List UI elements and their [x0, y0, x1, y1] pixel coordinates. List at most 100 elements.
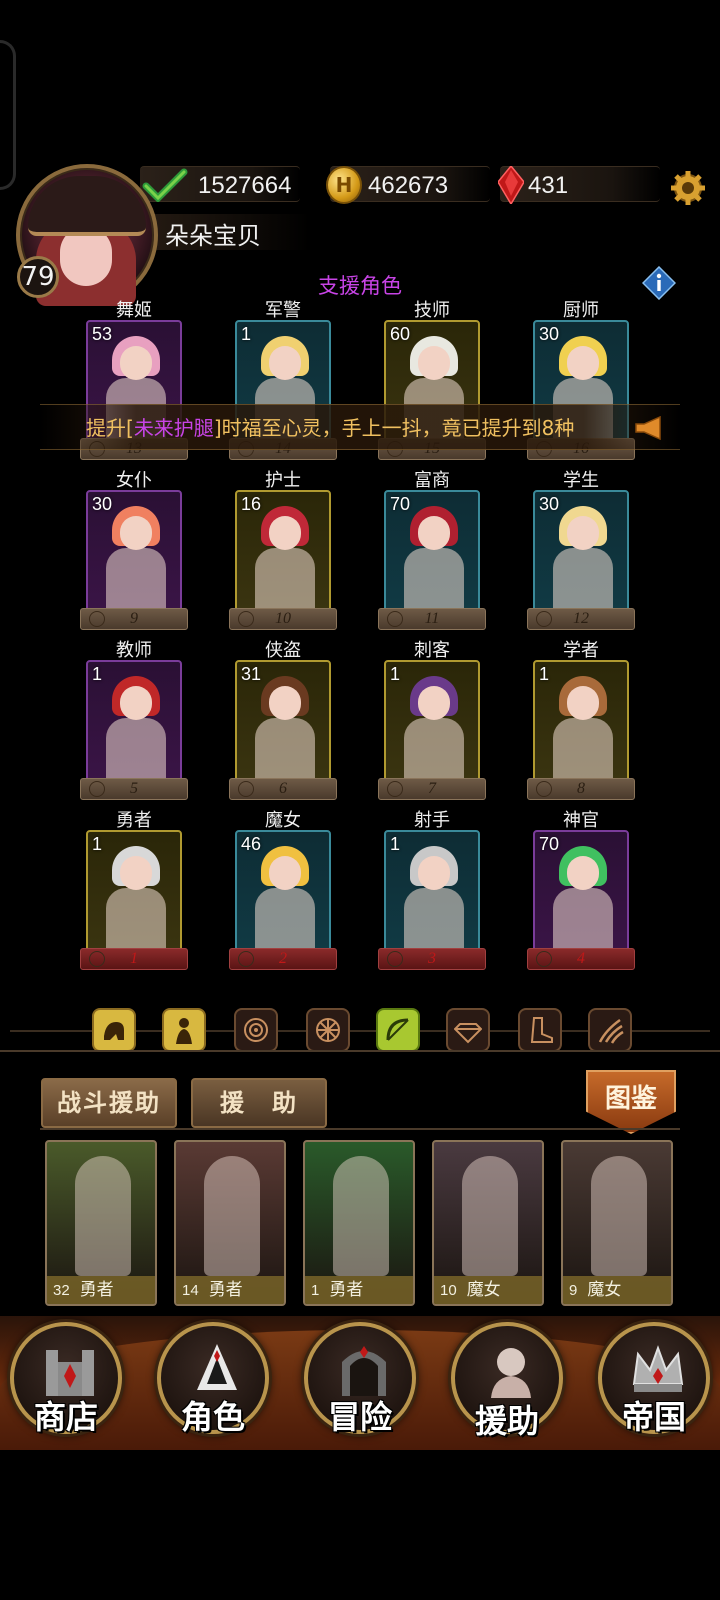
- character-rank: 3: [428, 950, 436, 967]
- check-icon: [142, 168, 188, 202]
- tab-support[interactable]: 援 助: [191, 1078, 327, 1128]
- character-name: 勇者: [116, 810, 152, 831]
- class-emblem-icon: [238, 951, 254, 967]
- class-emblem-icon: [387, 611, 403, 627]
- character-card[interactable]: 31: [235, 660, 331, 782]
- support-card-info: 32 勇者: [47, 1276, 155, 1304]
- silhouette-icon[interactable]: [162, 1008, 206, 1052]
- character-face: [120, 516, 152, 550]
- support-card[interactable]: 9 魔女: [561, 1140, 673, 1306]
- character-card[interactable]: 1: [533, 660, 629, 782]
- horn-icon: [635, 416, 661, 440]
- target-icon[interactable]: [234, 1008, 278, 1052]
- character-card[interactable]: 30: [86, 490, 182, 612]
- character-name: 教师: [116, 640, 152, 661]
- character-rank: 7: [428, 780, 436, 797]
- character-body: [106, 718, 166, 780]
- gold-value: 462673: [368, 172, 449, 199]
- character-body: [255, 888, 315, 950]
- wheel-icon[interactable]: [306, 1008, 350, 1052]
- gem-bar: [500, 166, 660, 202]
- character-level: 1: [92, 664, 103, 684]
- support-card[interactable]: 10 魔女: [432, 1140, 544, 1306]
- support-card[interactable]: 14 勇者: [174, 1140, 286, 1306]
- character-face: [567, 346, 599, 380]
- character-pedestal: 5: [80, 778, 188, 800]
- character-rank: 2: [279, 950, 287, 967]
- character-card[interactable]: 1: [86, 660, 182, 782]
- bow-icon[interactable]: [376, 1008, 420, 1052]
- character-card[interactable]: 46: [235, 830, 331, 952]
- character-level: 70: [390, 494, 411, 514]
- support-card-level: 32: [53, 1282, 70, 1299]
- character-level: 1: [390, 664, 401, 684]
- announcement-text: 提升[未来护腿]时福至心灵，手上一抖，竟已提升到8种: [86, 416, 575, 440]
- support-card-class: 魔女: [587, 1280, 622, 1300]
- red-gem-icon: [498, 166, 524, 204]
- class-emblem-icon: [536, 951, 552, 967]
- support-card-class: 勇者: [79, 1280, 114, 1300]
- character-rank: 9: [130, 610, 138, 627]
- support-card-portrait: [462, 1156, 518, 1276]
- support-card-class: 勇者: [329, 1280, 364, 1300]
- support-card[interactable]: 32 勇者: [45, 1140, 157, 1306]
- character-pedestal: 8: [527, 778, 635, 800]
- support-card-portrait: [75, 1156, 131, 1276]
- class-emblem-icon: [238, 781, 254, 797]
- character-face: [418, 346, 450, 380]
- character-card[interactable]: 70: [533, 830, 629, 952]
- character-body: [106, 548, 166, 610]
- character-face: [567, 686, 599, 720]
- character-name: 厨师: [563, 300, 599, 321]
- character-pedestal: 6: [229, 778, 337, 800]
- character-card[interactable]: 1: [384, 830, 480, 952]
- character-level: 30: [539, 324, 560, 344]
- boot-icon[interactable]: [518, 1008, 562, 1052]
- class-emblem-icon: [89, 781, 105, 797]
- gate-icon: [342, 1346, 386, 1396]
- character-name: 刺客: [414, 640, 450, 661]
- class-emblem-icon: [387, 781, 403, 797]
- character-name: 女仆: [116, 470, 152, 491]
- support-card[interactable]: 1 勇者: [303, 1140, 415, 1306]
- character-card[interactable]: 1: [384, 660, 480, 782]
- codex-label: 图鉴: [604, 1084, 657, 1114]
- character-level: 70: [539, 834, 560, 854]
- character-pedestal: 11: [378, 608, 486, 630]
- character-name: 神官: [563, 810, 599, 831]
- support-card-info: 1 勇者: [305, 1276, 413, 1304]
- character-name: 学生: [563, 470, 599, 491]
- character-rank: 5: [130, 780, 138, 797]
- panel-divider: [40, 1128, 680, 1130]
- support-card-class: 勇者: [208, 1280, 243, 1300]
- support-card-class: 魔女: [466, 1280, 501, 1300]
- tab-battle-support[interactable]: 战斗援助: [41, 1078, 177, 1128]
- character-card[interactable]: 16: [235, 490, 331, 612]
- character-level: 1: [241, 324, 252, 344]
- nav-label: 角色: [180, 1398, 245, 1436]
- character-level: 31: [241, 664, 262, 684]
- class-emblem-icon: [536, 611, 552, 627]
- character-card[interactable]: 1: [86, 830, 182, 952]
- character-level: 1: [539, 664, 550, 684]
- character-name: 舞姬: [116, 300, 152, 321]
- claw-icon[interactable]: [588, 1008, 632, 1052]
- character-body: [255, 548, 315, 610]
- gear-icon[interactable]: [666, 170, 710, 206]
- character-face: [269, 516, 301, 550]
- character-card[interactable]: 70: [384, 490, 480, 612]
- character-rank: 12: [573, 610, 589, 627]
- lion-icon[interactable]: [92, 1008, 136, 1052]
- character-card[interactable]: 30: [533, 490, 629, 612]
- character-body: [553, 718, 613, 780]
- class-emblem-icon: [89, 951, 105, 967]
- score-value: 1527664: [198, 172, 292, 199]
- character-pedestal: 7: [378, 778, 486, 800]
- character-rank: 8: [577, 780, 585, 797]
- info-icon[interactable]: [642, 266, 676, 300]
- character-level: 53: [92, 324, 113, 344]
- diamond-icon[interactable]: [446, 1008, 490, 1052]
- support-card-portrait: [333, 1156, 389, 1276]
- character-face: [120, 686, 152, 720]
- character-level: 1: [390, 834, 401, 854]
